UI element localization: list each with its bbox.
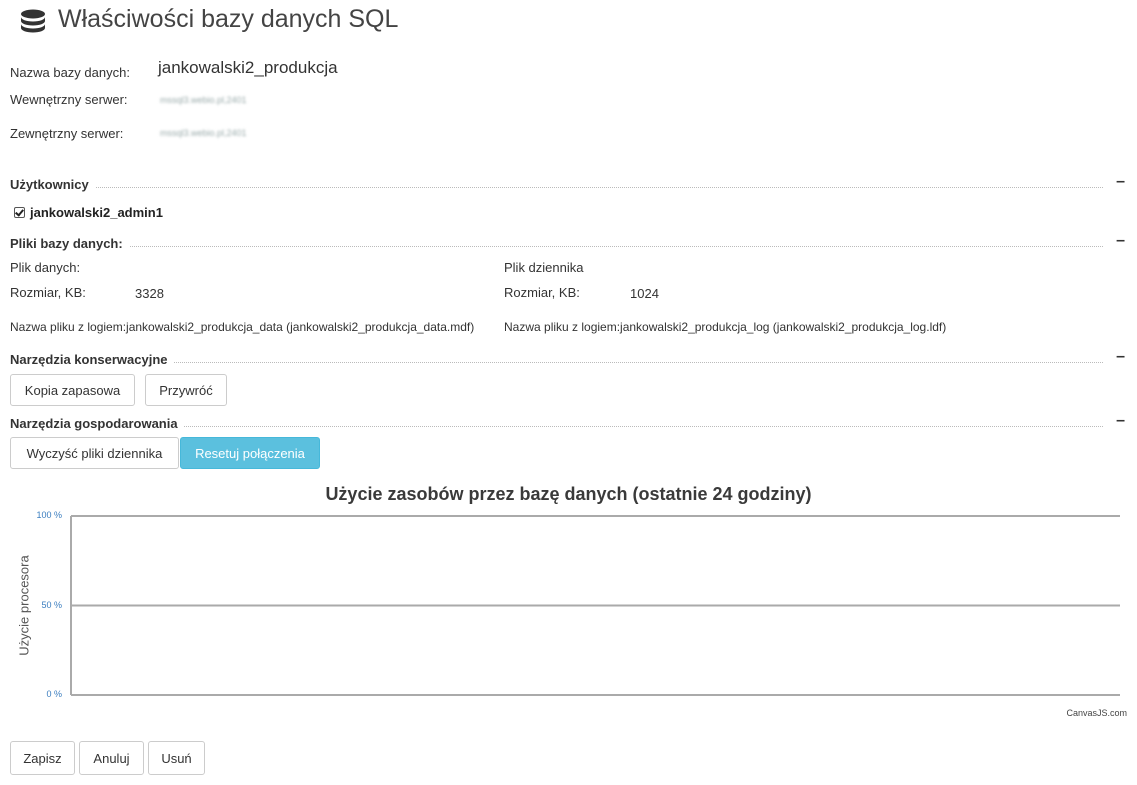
files-section-title: Pliki bazy danych: <box>10 236 129 251</box>
section-divider <box>10 362 1103 363</box>
data-logical-value: jankowalski2_produkcja_data (jankowalski… <box>126 320 475 334</box>
data-file-heading: Plik danych: <box>10 260 81 275</box>
log-size-value: 1024 <box>630 286 659 301</box>
users-collapse-toggle[interactable]: – <box>1116 173 1125 191</box>
files-section-header: Pliki bazy danych: – <box>10 232 1125 252</box>
maintenance-section-title: Narzędzia konserwacyjne <box>10 352 174 367</box>
internal-server-label: Wewnętrzny serwer: <box>10 92 128 107</box>
management-collapse-toggle[interactable]: – <box>1116 412 1125 430</box>
log-file-heading: Plik dziennika <box>504 260 584 275</box>
section-divider <box>10 246 1103 247</box>
data-size-label: Rozmiar, KB: <box>10 285 86 300</box>
user-name: jankowalski2_admin1 <box>30 205 163 220</box>
clear-logs-button[interactable]: Wyczyść pliki dziennika <box>10 437 179 469</box>
data-logical-label: Nazwa pliku z logiem: <box>10 320 127 334</box>
users-section-title: Użytkownicy <box>10 177 95 192</box>
external-server-value: mssql3.webio.pl,2401 <box>160 128 247 138</box>
db-name-label: Nazwa bazy danych: <box>10 65 130 80</box>
maintenance-collapse-toggle[interactable]: – <box>1116 348 1125 366</box>
section-divider <box>10 187 1103 188</box>
cancel-button[interactable]: Anuluj <box>79 741 144 775</box>
reset-connections-button[interactable]: Resetuj połączenia <box>180 437 320 469</box>
log-logical-name: Nazwa pliku z logiem:jankowalski2_produk… <box>504 320 946 334</box>
user-checkbox[interactable] <box>14 207 25 218</box>
log-logical-label: Nazwa pliku z logiem: <box>504 320 621 334</box>
backup-button[interactable]: Kopia zapasowa <box>10 374 135 406</box>
delete-button[interactable]: Usuń <box>148 741 205 775</box>
internal-server-value: mssql3.webio.pl,2401 <box>160 95 247 105</box>
chart-title: Użycie zasobów przez bazę danych (ostatn… <box>325 484 812 504</box>
database-icon <box>21 9 45 33</box>
files-collapse-toggle[interactable]: – <box>1116 232 1125 250</box>
page-title: Właściwości bazy danych SQL <box>58 5 399 33</box>
management-section-title: Narzędzia gospodarowania <box>10 416 184 431</box>
db-name-value: jankowalski2_produkcja <box>158 58 338 77</box>
management-section-header: Narzędzia gospodarowania – <box>10 412 1125 432</box>
maintenance-section-header: Narzędzia konserwacyjne – <box>10 348 1125 368</box>
data-logical-name: Nazwa pliku z logiem:jankowalski2_produk… <box>10 320 474 334</box>
save-button[interactable]: Zapisz <box>10 741 75 775</box>
chart-credit[interactable]: CanvasJS.com <box>1066 708 1127 718</box>
restore-button[interactable]: Przywróć <box>145 374 227 406</box>
y-tick-label: 100 % <box>36 510 62 520</box>
y-tick-label: 0 % <box>46 689 62 699</box>
log-size-label: Rozmiar, KB: <box>504 285 580 300</box>
users-section-header: Użytkownicy – <box>10 173 1125 193</box>
data-size-value: 3328 <box>135 286 164 301</box>
external-server-label: Zewnętrzny serwer: <box>10 126 124 141</box>
log-logical-value: jankowalski2_produkcja_log (jankowalski2… <box>620 320 947 334</box>
y-tick-label: 50 % <box>41 599 62 610</box>
